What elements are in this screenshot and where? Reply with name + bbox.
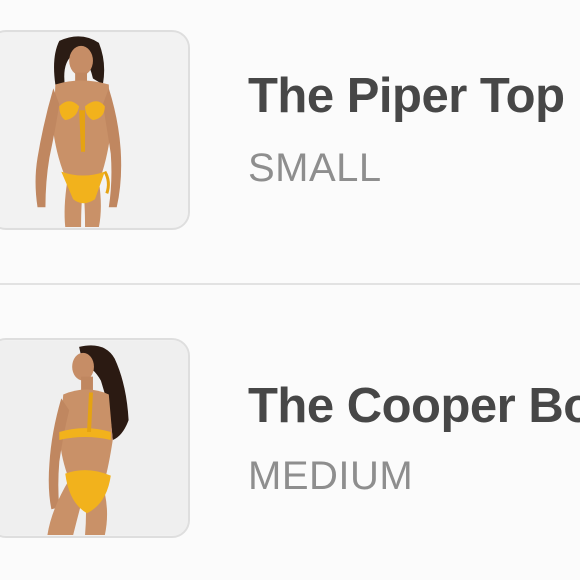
divider bbox=[0, 283, 580, 285]
cart-item[interactable]: The Piper Top SMALL bbox=[0, 30, 580, 230]
product-image-front bbox=[0, 32, 188, 228]
product-title[interactable]: The Cooper Bo bbox=[248, 378, 580, 434]
product-thumbnail[interactable] bbox=[0, 338, 190, 538]
product-title[interactable]: The Piper Top bbox=[248, 68, 565, 124]
product-size-label: MEDIUM bbox=[248, 454, 414, 498]
product-thumbnail[interactable] bbox=[0, 30, 190, 230]
cart-item[interactable]: The Cooper Bo MEDIUM bbox=[0, 338, 580, 538]
cart-item-list: The Piper Top SMALL The Cooper Bo MEDIUM bbox=[0, 0, 580, 580]
product-size-label: SMALL bbox=[248, 146, 382, 190]
product-image-back bbox=[0, 340, 188, 536]
